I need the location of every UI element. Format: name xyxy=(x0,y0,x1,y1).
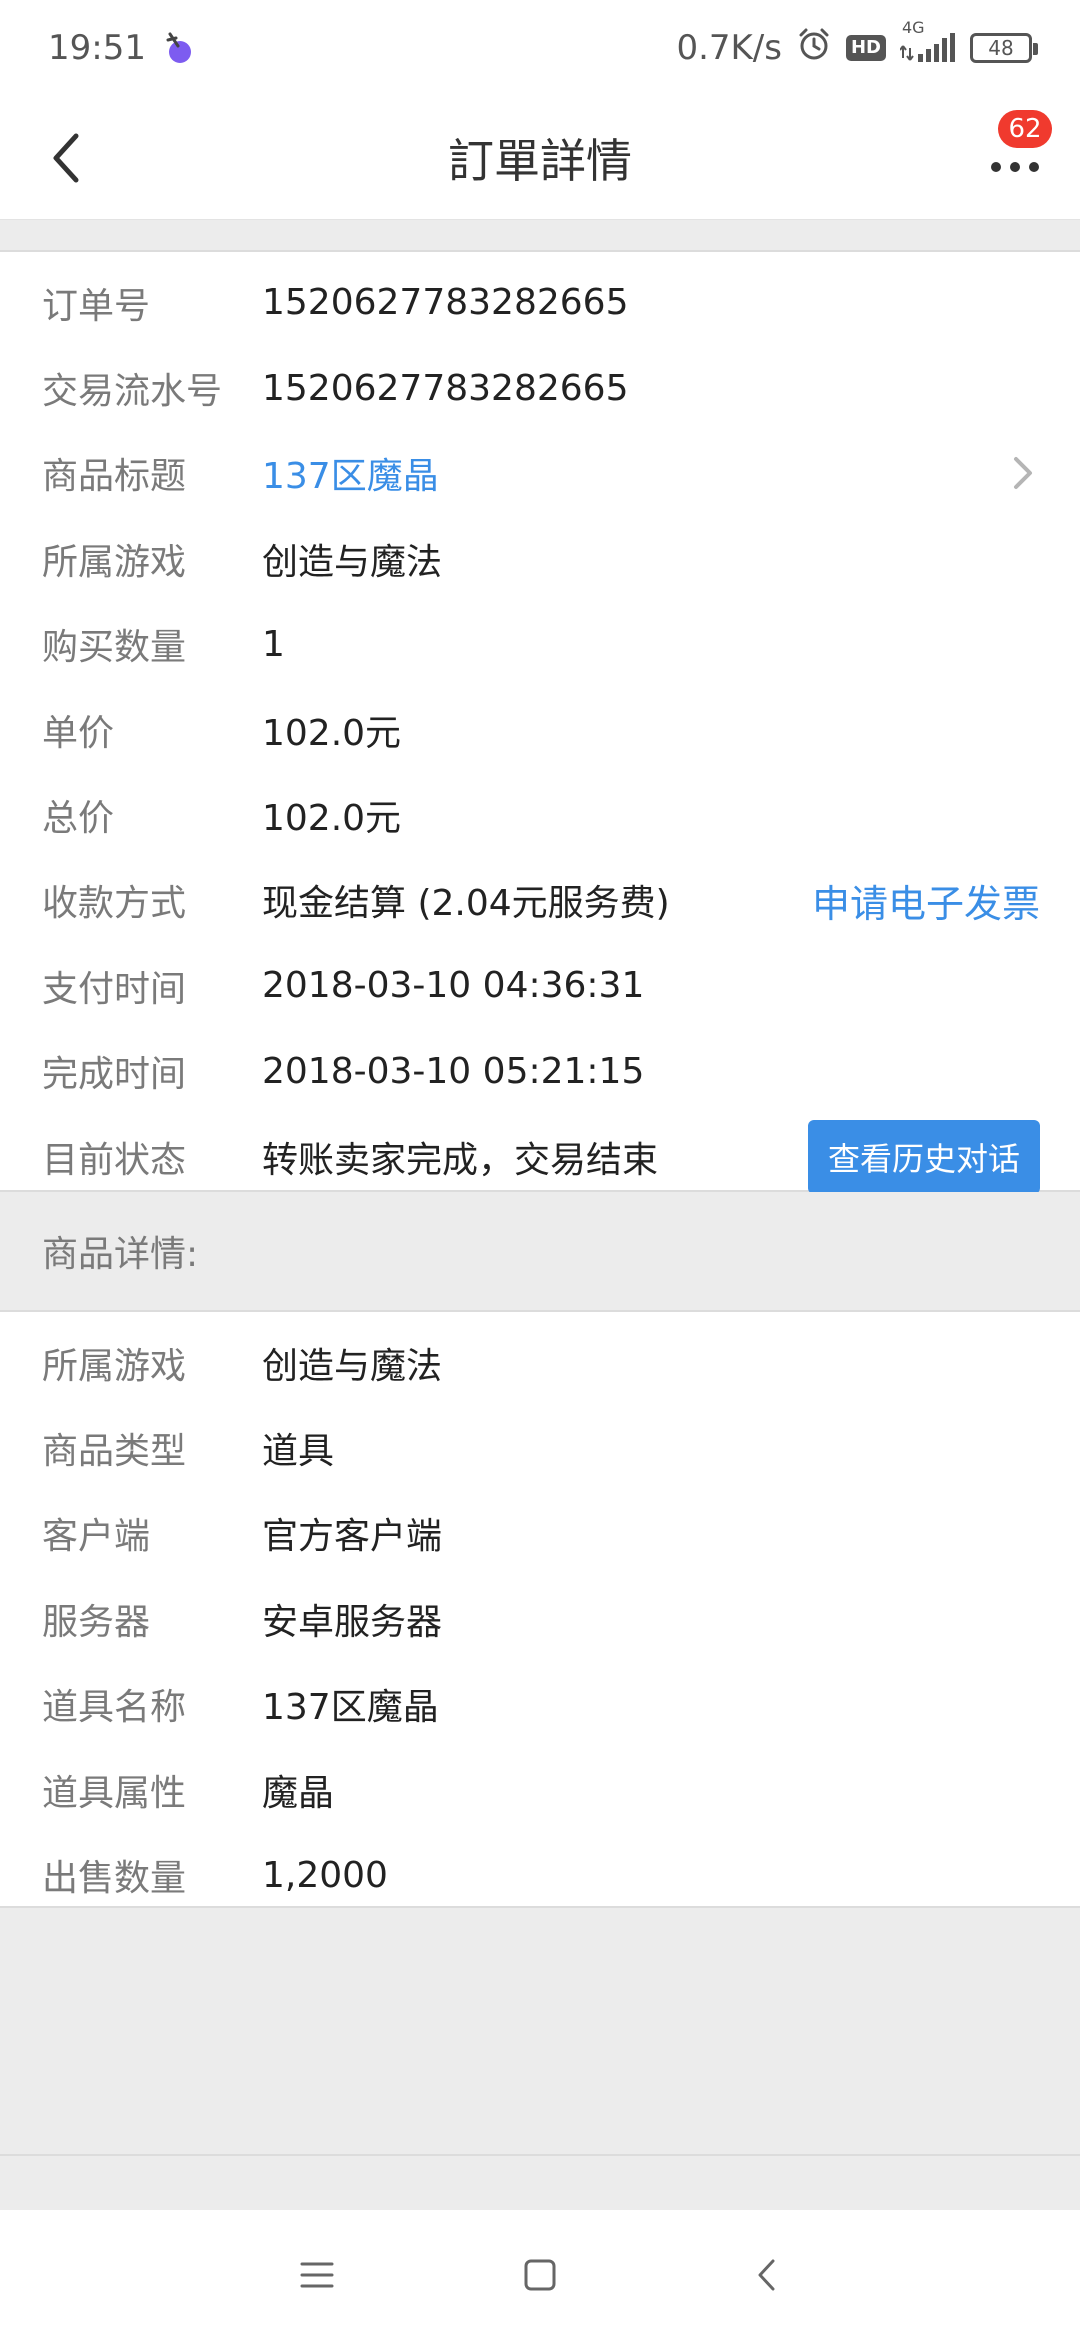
view-history-button[interactable]: 查看历史对话 xyxy=(807,1119,1040,1194)
app-notification-icon xyxy=(164,30,194,66)
quantity: 1 xyxy=(262,623,285,665)
row-label: 完成时间 xyxy=(42,1054,187,1096)
quantity-row: 购买数量 1 xyxy=(0,602,1080,687)
network-speed: 0.7K/s xyxy=(676,28,782,68)
server-row: 服务器 安卓服务器 xyxy=(0,1576,1080,1661)
row-label: 道具属性 xyxy=(42,1772,187,1814)
server: 安卓服务器 xyxy=(262,1601,443,1643)
more-dots-icon xyxy=(991,162,1039,172)
app-root: 19:51 0.7K/s HD 4G 48 訂單詳情 62 订单号 152062… xyxy=(0,0,1080,2340)
transaction-number-row: 交易流水号 1520627783282665 xyxy=(0,345,1080,430)
goods-type-row: 商品类型 道具 xyxy=(0,1405,1080,1490)
item-attribute: 魔晶 xyxy=(262,1772,335,1814)
home-icon xyxy=(524,2259,556,2291)
client: 官方客户端 xyxy=(262,1516,443,1558)
network-type-label: 4G xyxy=(902,18,925,37)
transaction-number: 1520627783282665 xyxy=(262,367,629,409)
sale-quantity-row: 出售数量 1,2000 xyxy=(0,1832,1080,1917)
home-button[interactable] xyxy=(505,2240,575,2310)
chevron-right-icon[interactable] xyxy=(1006,453,1040,493)
notification-badge: 62 xyxy=(998,110,1052,148)
payment-time: 2018-03-10 04:36:31 xyxy=(262,965,645,1007)
order-number-row: 订单号 1520627783282665 xyxy=(0,260,1080,345)
order-info-section: 订单号 1520627783282665 交易流水号 1520627783282… xyxy=(0,250,1080,1194)
system-back-button[interactable] xyxy=(732,2240,802,2310)
goods-game-row: 所属游戏 创造与魔法 xyxy=(0,1320,1080,1405)
client-row: 客户端 官方客户端 xyxy=(0,1491,1080,1576)
product-title-row[interactable]: 商品标题 137区魔晶 xyxy=(0,431,1080,516)
row-label: 支付时间 xyxy=(42,968,187,1010)
status-bar: 19:51 0.7K/s HD 4G 48 xyxy=(0,0,1080,96)
row-label: 商品类型 xyxy=(42,1431,187,1473)
item-name: 137区魔晶 xyxy=(262,1687,439,1729)
battery-icon: 48 xyxy=(970,33,1038,63)
row-label: 目前状态 xyxy=(42,1139,187,1181)
chevron-left-icon xyxy=(53,133,79,183)
sale-quantity: 1,2000 xyxy=(262,1854,388,1896)
payment-method-row: 收款方式 现金结算 (2.04元服务费) 申请电子发票 xyxy=(0,858,1080,943)
signal-icon: 4G xyxy=(900,18,956,64)
completion-time-row: 完成时间 2018-03-10 05:21:15 xyxy=(0,1029,1080,1114)
hd-icon: HD xyxy=(845,35,886,61)
goods-game: 创造与魔法 xyxy=(262,1345,443,1387)
row-label: 所属游戏 xyxy=(42,541,187,583)
row-label: 出售数量 xyxy=(42,1858,187,1900)
nav-bar: 訂單詳情 62 xyxy=(0,96,1080,220)
status-time: 19:51 xyxy=(48,28,146,68)
status-right: 0.7K/s HD 4G 48 xyxy=(676,18,1038,71)
total-price: 102.0元 xyxy=(262,798,402,840)
status-left: 19:51 xyxy=(48,28,194,68)
unit-price: 102.0元 xyxy=(262,712,402,754)
completion-time: 2018-03-10 05:21:15 xyxy=(262,1050,645,1092)
row-label: 服务器 xyxy=(42,1601,151,1643)
game-name: 创造与魔法 xyxy=(262,541,443,583)
row-label: 单价 xyxy=(42,712,115,754)
total-price-row: 总价 102.0元 xyxy=(0,772,1080,857)
row-label: 所属游戏 xyxy=(42,1345,187,1387)
alarm-icon xyxy=(796,26,832,71)
menu-button[interactable] xyxy=(282,2240,352,2310)
row-label: 订单号 xyxy=(42,285,151,327)
product-title-link[interactable]: 137区魔晶 xyxy=(262,447,439,499)
item-attribute-row: 道具属性 魔晶 xyxy=(0,1747,1080,1832)
item-name-row: 道具名称 137区魔晶 xyxy=(0,1662,1080,1747)
order-number: 1520627783282665 xyxy=(262,282,629,324)
row-label: 购买数量 xyxy=(42,627,187,669)
goods-type: 道具 xyxy=(262,1431,335,1473)
row-label: 道具名称 xyxy=(42,1687,187,1729)
row-label: 商品标题 xyxy=(42,456,187,498)
battery-level: 48 xyxy=(988,36,1014,60)
divider xyxy=(0,2154,1080,2156)
row-label: 客户端 xyxy=(42,1516,151,1558)
page-title: 訂單詳情 xyxy=(448,134,632,188)
back-icon xyxy=(758,2259,775,2291)
menu-icon xyxy=(300,2262,334,2288)
payment-time-row: 支付时间 2018-03-10 04:36:31 xyxy=(0,943,1080,1028)
payment-method: 现金结算 (2.04元服务费) xyxy=(262,883,670,925)
row-label: 总价 xyxy=(42,798,115,840)
goods-details-section: 所属游戏 创造与魔法 商品类型 道具 客户端 官方客户端 服务器 安卓服务器 道… xyxy=(0,1310,1080,1908)
row-label: 收款方式 xyxy=(42,883,187,925)
unit-price-row: 单价 102.0元 xyxy=(0,687,1080,772)
goods-details-header: 商品详情: xyxy=(0,1192,1080,1310)
game-row: 所属游戏 创造与魔法 xyxy=(0,516,1080,601)
status-row: 目前状态 转账卖家完成，交易结束 查看历史对话 xyxy=(0,1114,1080,1199)
back-button[interactable] xyxy=(30,122,102,194)
system-nav-bar xyxy=(0,2210,1080,2340)
request-invoice-link[interactable]: 申请电子发票 xyxy=(812,873,1040,928)
row-label: 交易流水号 xyxy=(42,371,223,413)
order-status: 转账卖家完成，交易结束 xyxy=(262,1139,659,1181)
